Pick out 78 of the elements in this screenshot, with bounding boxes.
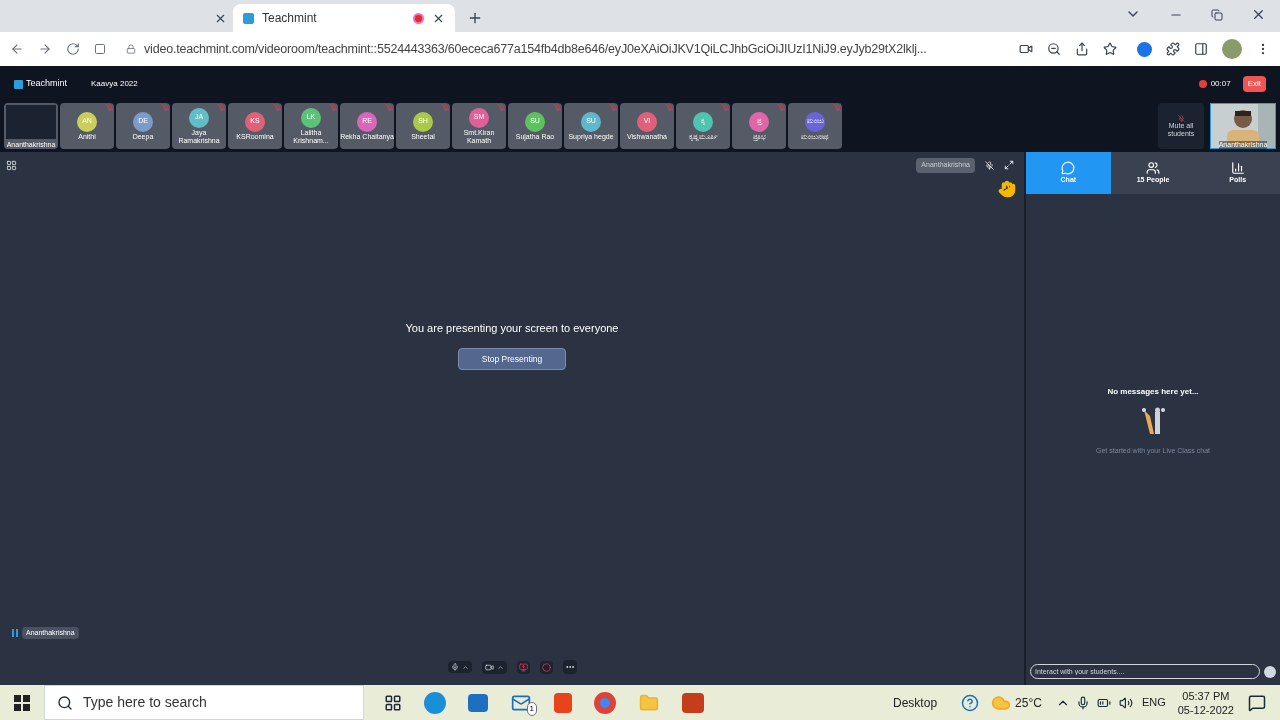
restore-icon[interactable] — [1211, 9, 1223, 21]
clock-date[interactable]: 05-12-2022 — [1177, 702, 1234, 717]
brand-logo-icon — [14, 79, 23, 89]
task-view-icon[interactable] — [384, 693, 402, 712]
notifications-icon[interactable] — [1248, 693, 1266, 712]
mic-off-icon — [330, 104, 337, 111]
mic-off-icon — [162, 104, 169, 111]
profile-avatar[interactable] — [1222, 39, 1242, 59]
recording-icon — [1198, 80, 1207, 88]
mic-off-icon[interactable] — [985, 160, 994, 170]
caret-icon[interactable] — [461, 663, 469, 671]
empty-title: No messages here yet... — [1107, 386, 1199, 398]
start-icon[interactable] — [14, 694, 30, 711]
mic-off-icon — [778, 104, 785, 111]
exit-button[interactable]: Exit — [1242, 76, 1266, 92]
browser-edge-icon[interactable] — [424, 691, 446, 714]
language-indicator[interactable]: ENG — [1141, 694, 1166, 711]
share-screen-icon[interactable] — [518, 662, 528, 672]
caret-icon[interactable] — [496, 663, 504, 671]
mail-badge: 1 — [526, 701, 537, 716]
camera-icon[interactable] — [1019, 42, 1033, 56]
search-icon — [57, 694, 73, 711]
extension-icon[interactable] — [1137, 41, 1152, 57]
camera-icon[interactable] — [484, 662, 494, 672]
mic-off-icon — [442, 104, 449, 111]
mic-icon[interactable] — [1075, 695, 1090, 710]
share-icon[interactable] — [1075, 42, 1089, 56]
reload-icon[interactable] — [66, 42, 80, 56]
new-tab-icon[interactable] — [467, 10, 483, 26]
clock-time[interactable]: 05:37 PM — [1182, 688, 1230, 703]
lock-icon — [126, 44, 136, 54]
brand-name: Teachmint — [26, 77, 68, 91]
audio-level-icon — [12, 628, 18, 637]
tab-title: Teachmint — [262, 10, 318, 27]
side-panel-icon[interactable] — [1194, 42, 1208, 56]
chat-icon — [1061, 160, 1076, 175]
class-name: Kaavya 2022 — [91, 78, 138, 90]
back-icon[interactable] — [10, 42, 24, 56]
taskbar-search[interactable]: Type here to search — [44, 685, 364, 720]
mic-off-icon — [218, 104, 225, 111]
office-icon[interactable] — [554, 692, 572, 713]
mic-off-icon — [498, 104, 505, 111]
mic-off-icon — [610, 104, 617, 111]
close-window-icon[interactable] — [1251, 7, 1266, 22]
url-text: video.teachmint.com/videoroom/teachmint::5524443363/60ececa677a154fb4db8e646/eyJ0eXAiOiJKV1QiLCJhbGciOiJIUzI1NiJ9.eyJyb29tX2lklj... — [144, 40, 927, 58]
mic-icon[interactable] — [450, 663, 459, 671]
layout-icon[interactable] — [6, 159, 17, 171]
mic-off-icon — [666, 104, 673, 111]
help-icon[interactable] — [961, 693, 980, 712]
mic-off-icon — [554, 104, 561, 111]
record-icon[interactable] — [541, 662, 551, 672]
bookmark-icon[interactable] — [1103, 42, 1117, 56]
mic-off-icon — [386, 104, 393, 111]
extensions-icon[interactable] — [1166, 42, 1180, 56]
zoom-icon[interactable] — [1047, 42, 1061, 56]
mic-off-icon — [106, 104, 113, 111]
temperature: 25°C — [1015, 694, 1042, 712]
mic-off-icon — [1177, 114, 1185, 122]
raised-hand-icon — [998, 178, 1016, 199]
chrome-icon[interactable] — [594, 691, 616, 714]
send-button[interactable] — [1264, 665, 1276, 678]
mic-off-icon — [834, 104, 841, 111]
timer: 00:07 — [1210, 78, 1231, 90]
powerpoint-icon[interactable] — [682, 692, 704, 713]
home-icon[interactable] — [94, 43, 106, 55]
stop-presenting-button[interactable]: Stop Presenting — [458, 348, 566, 370]
mic-off-icon — [722, 104, 729, 111]
people-icon — [1146, 160, 1160, 175]
mic-off-icon — [274, 104, 281, 111]
store-icon[interactable] — [468, 693, 488, 712]
browser-tab[interactable]: Teachmint — [233, 4, 455, 32]
forward-icon[interactable] — [38, 42, 52, 56]
bar-chart-icon — [1230, 160, 1245, 175]
presenting-message: You are presenting your screen to everyone — [405, 320, 619, 336]
volume-icon[interactable] — [1117, 695, 1134, 710]
tab-favicon-icon — [243, 12, 254, 24]
fullscreen-icon[interactable] — [1004, 160, 1014, 171]
desktop-toolbar[interactable]: Desktop — [893, 693, 938, 712]
